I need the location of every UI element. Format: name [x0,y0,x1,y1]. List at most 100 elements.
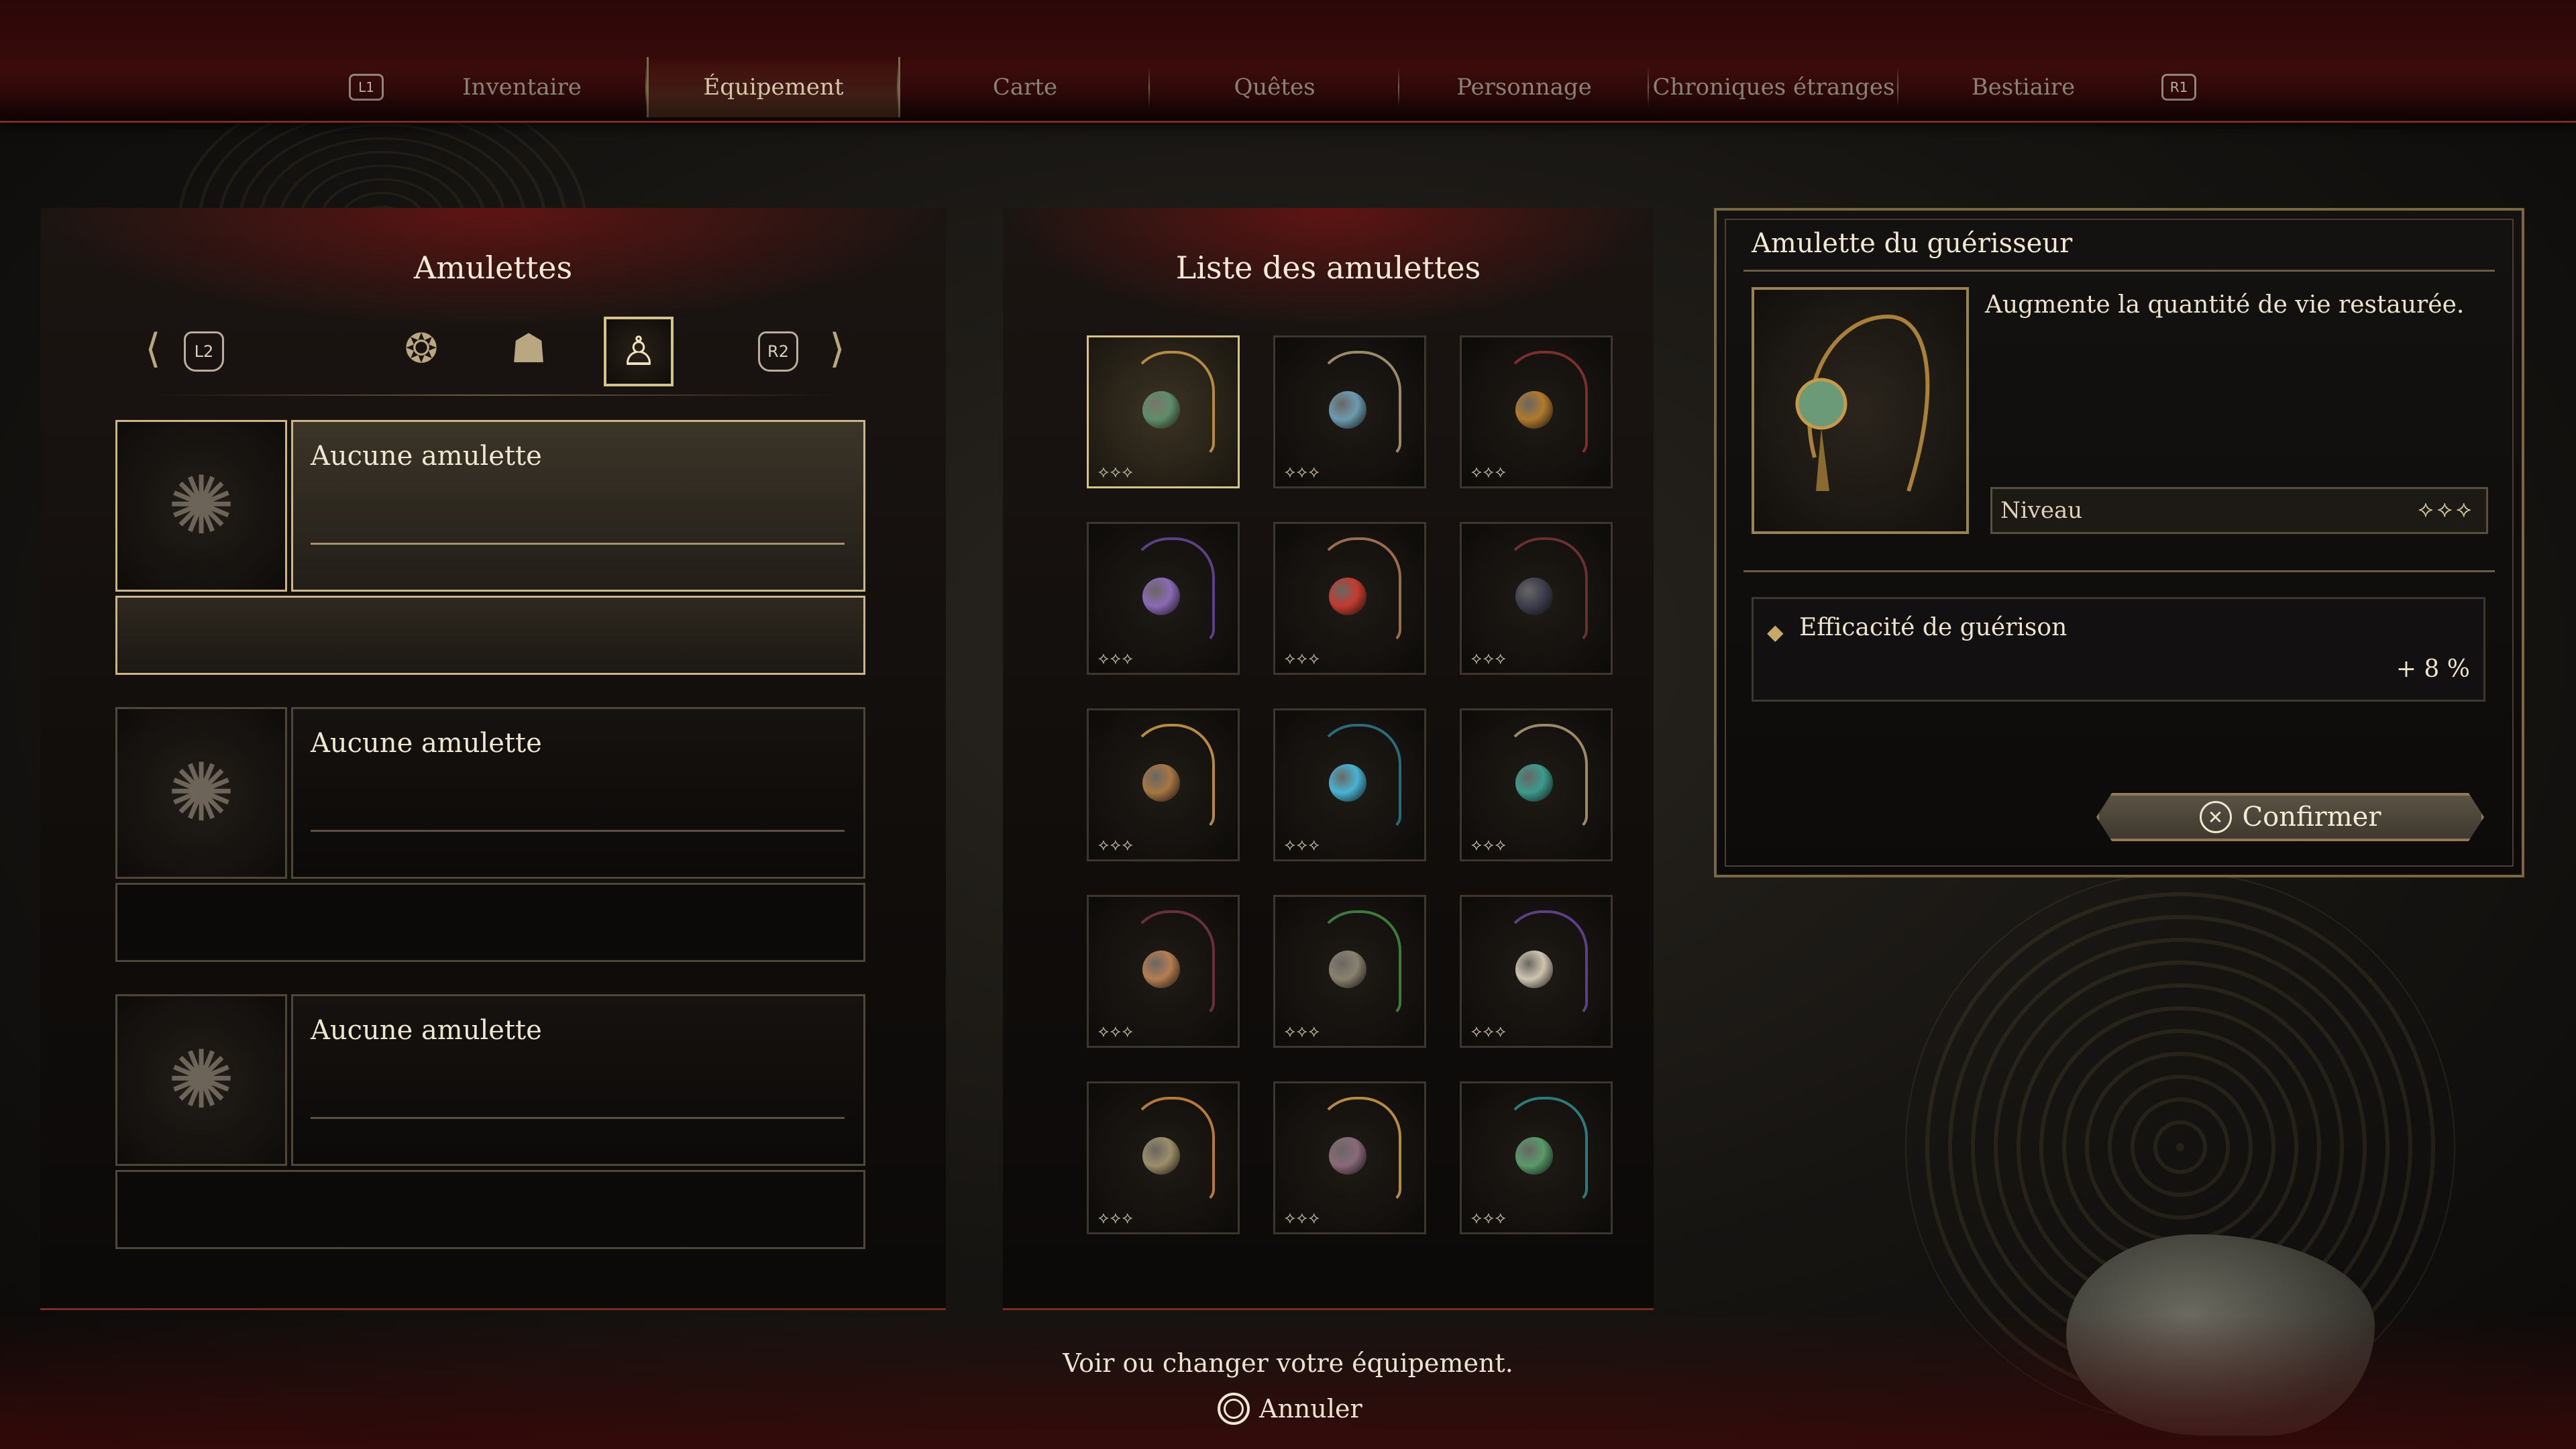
amulet-gem-icon [1142,578,1180,615]
tab-strip: L1 Inventaire Équipement Carte Quêtes Pe… [335,57,2241,117]
amulet-item[interactable]: ⟡⟡⟡ [1273,708,1426,861]
circle-button-icon [1218,1393,1250,1425]
amulet-level: ⟡⟡⟡ [1471,1208,1507,1227]
equipped-amulets-panel: Amulettes ⟨ L2 ❂ ☗ ♙ R2 ⟩ ✺ Aucune amule… [40,208,946,1310]
empty-slot-icon: ✺ [115,420,287,592]
slot-effects-area [115,883,865,962]
slot-name: Aucune amulette [311,728,542,759]
slot-info: Aucune amulette [291,994,865,1166]
cancel-button[interactable]: Annuler [1218,1389,1362,1429]
amulet-item[interactable]: ⟡⟡⟡ [1460,335,1613,488]
amulet-gem-icon [1329,951,1366,988]
dragon-left-icon: ⟨ [145,325,161,372]
amulet-gem-icon [1142,1137,1180,1175]
panel-title: Amulettes [413,250,573,286]
oni-mask-icon[interactable]: ☗ [496,317,561,381]
amulet-slot-1[interactable]: ✺ Aucune amulette [115,420,865,675]
amulet-level: ⟡⟡⟡ [1471,649,1507,667]
divider [1743,270,2495,272]
amulet-level: ⟡⟡⟡ [1098,1022,1134,1040]
amulet-gem-icon [1142,764,1180,802]
top-navigation-bar: L1 Inventaire Équipement Carte Quêtes Pe… [0,0,2576,123]
tab-inventaire[interactable]: Inventaire [397,57,647,117]
slot-effects-area [115,596,865,675]
amulet-gem-icon [1515,391,1553,429]
stat-box: ◆ Efficacité de guérison + 8 % [1752,597,2485,702]
amulet-gem-icon [1142,391,1180,429]
amulet-item[interactable]: ⟡⟡⟡ [1460,895,1613,1048]
tab-personnage[interactable]: Personnage [1399,57,1649,117]
l1-button-icon[interactable]: L1 [349,74,384,101]
tab-chroniques-etranges[interactable]: Chroniques étranges [1649,57,1898,117]
slot-name: Aucune amulette [311,1015,542,1046]
footer-background [0,1315,2576,1449]
r1-button-icon[interactable]: R1 [2161,74,2196,101]
tab-carte[interactable]: Carte [900,57,1150,117]
amulet-level: ⟡⟡⟡ [1471,835,1507,854]
empty-slot-icon: ✺ [115,994,287,1166]
tab-equipement[interactable]: Équipement [647,57,900,117]
amulet-gem-icon [1329,391,1366,429]
divider [311,1117,845,1119]
cancel-label: Annuler [1259,1394,1362,1424]
amulet-gem-icon [1515,578,1553,615]
slot-effects-area [115,1170,865,1249]
r2-button-icon[interactable]: R2 [758,331,798,372]
amulet-level: ⟡⟡⟡ [1285,462,1321,481]
divider [1743,570,2495,572]
amulet-item[interactable]: ⟡⟡⟡ [1273,335,1426,488]
tab-bestiaire[interactable]: Bestiaire [1898,57,2148,117]
confirm-button[interactable]: ✕ Confirmer [2096,793,2484,841]
amulet-level: ⟡⟡⟡ [1098,649,1134,667]
level-value: ⟡⟡⟡ [2418,496,2475,523]
amulet-item[interactable]: ⟡⟡⟡ [1087,522,1240,675]
amulet-slot-2[interactable]: ✺ Aucune amulette [115,707,865,962]
amulet-level: ⟡⟡⟡ [1285,835,1321,854]
amulet-item[interactable]: ⟡⟡⟡ [1273,895,1426,1048]
divider [311,543,845,545]
beads-icon[interactable]: ❂ [389,317,453,381]
category-selector: ⟨ L2 ❂ ☗ ♙ R2 ⟩ [121,309,865,396]
l2-button-icon[interactable]: L2 [184,331,224,372]
footer-hint: Voir ou changer votre équipement. [1063,1348,1513,1378]
amulet-level: ⟡⟡⟡ [1285,649,1321,667]
amulet-level: ⟡⟡⟡ [1285,1208,1321,1227]
slot-info: Aucune amulette [291,707,865,879]
level-bar: Niveau ⟡⟡⟡ [1990,487,2488,534]
amulet-preview-image [1752,287,1969,534]
amulet-icon [1795,314,1930,492]
amulet-gem-icon [1329,1137,1366,1175]
amulet-gem-icon [1515,1137,1553,1175]
confirm-label: Confirmer [2242,802,2381,833]
amulet-level: ⟡⟡⟡ [1098,462,1134,481]
amulet-level: ⟡⟡⟡ [1098,1208,1134,1227]
amulet-item[interactable]: ⟡⟡⟡ [1273,522,1426,675]
amulet-level: ⟡⟡⟡ [1471,462,1507,481]
panel-title: Liste des amulettes [1175,250,1481,286]
divider [311,830,845,832]
amulet-list-panel: Liste des amulettes ⟡⟡⟡ ⟡⟡⟡ ⟡⟡⟡ ⟡⟡⟡ ⟡⟡⟡ ⟡⟡⟡ ⟡⟡… [1003,208,1654,1310]
amulet-slot-3[interactable]: ✺ Aucune amulette [115,994,865,1249]
amulet-item[interactable]: ⟡⟡⟡ [1460,522,1613,675]
guardian-icon[interactable]: ♙ [604,317,674,386]
amulet-description: Augmente la quantité de vie restaurée. [1985,291,2465,319]
amulet-item[interactable]: ⟡⟡⟡ [1087,708,1240,861]
amulet-level: ⟡⟡⟡ [1471,1022,1507,1040]
cross-button-icon: ✕ [2199,801,2232,833]
amulet-gem-icon [1515,764,1553,802]
amulet-item[interactable]: ⟡⟡⟡ [1087,895,1240,1048]
amulet-item[interactable]: ⟡⟡⟡ [1087,335,1240,488]
diamond-icon: ◆ [1767,619,1784,645]
amulet-item[interactable]: ⟡⟡⟡ [1273,1081,1426,1234]
amulet-item[interactable]: ⟡⟡⟡ [1460,1081,1613,1234]
slot-name: Aucune amulette [311,441,542,472]
tab-quetes[interactable]: Quêtes [1150,57,1399,117]
amulet-title: Amulette du guérisseur [1752,228,2073,259]
amulet-gem-icon [1142,951,1180,988]
divider [148,394,839,396]
amulet-item[interactable]: ⟡⟡⟡ [1460,708,1613,861]
level-label: Niveau [2000,497,2083,524]
amulet-item[interactable]: ⟡⟡⟡ [1087,1081,1240,1234]
amulet-gem-icon [1329,578,1366,615]
empty-slot-icon: ✺ [115,707,287,879]
